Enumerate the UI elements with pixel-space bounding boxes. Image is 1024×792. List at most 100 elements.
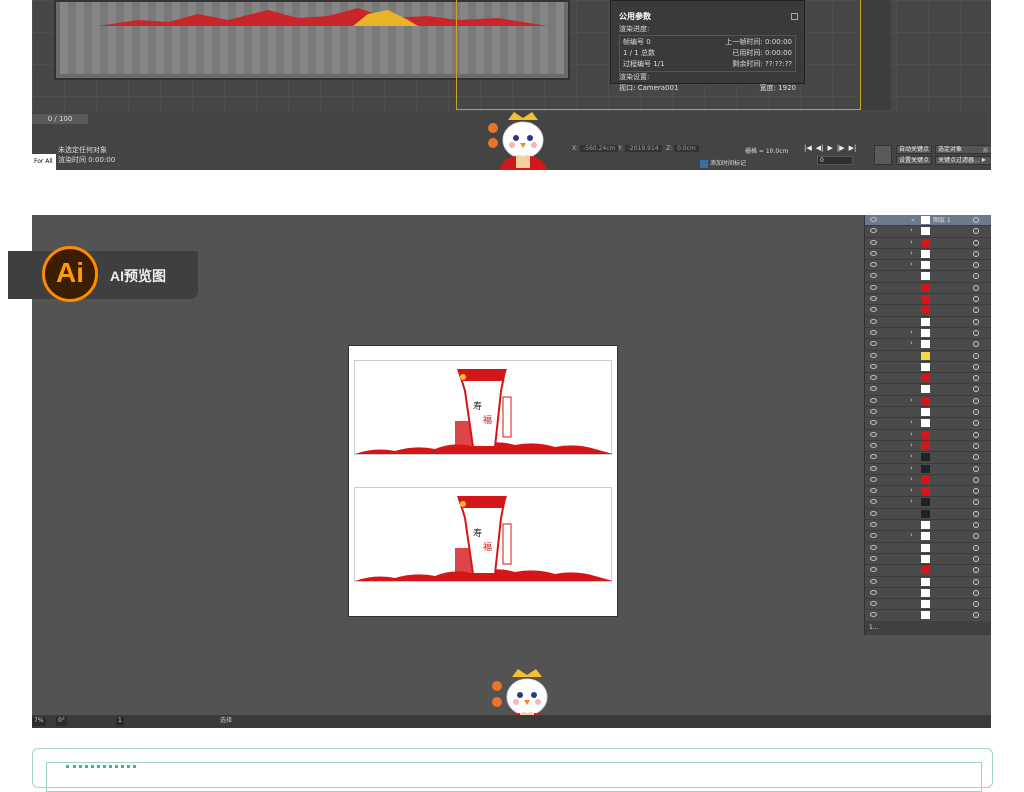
layer-row[interactable]: › [865, 339, 991, 351]
target-icon[interactable] [973, 239, 979, 246]
target-icon[interactable] [973, 329, 979, 336]
target-icon[interactable] [973, 273, 979, 280]
layer-row[interactable]: ⌄ 图层 1 [865, 215, 991, 227]
eye-icon[interactable] [870, 318, 877, 324]
target-icon[interactable] [973, 375, 979, 382]
target-icon[interactable] [973, 476, 979, 483]
chevron-down-icon[interactable]: ⌄ [910, 215, 916, 223]
eye-icon[interactable] [870, 555, 877, 561]
chevron-right-icon[interactable]: › [910, 464, 913, 472]
viewport[interactable]: 公用参数 渲染进度: 帧编号 0 上一帧时间: 0:00:00 1 / 1 总数… [32, 0, 991, 112]
target-icon[interactable] [973, 431, 979, 438]
layer-row[interactable] [865, 305, 991, 317]
layer-row[interactable] [865, 362, 991, 374]
layer-row[interactable]: › [865, 531, 991, 543]
chevron-right-icon[interactable]: › [910, 328, 913, 336]
eye-icon[interactable] [870, 499, 877, 505]
target-icon[interactable] [973, 352, 979, 359]
chevron-right-icon[interactable]: › [910, 418, 913, 426]
set-key-button[interactable]: 设置关键点 [896, 156, 933, 165]
eye-icon[interactable] [870, 544, 877, 550]
layer-row[interactable]: › [865, 249, 991, 261]
layer-row[interactable] [865, 351, 991, 362]
artboard[interactable]: 寿 福 寿 福 [348, 345, 618, 617]
layer-row[interactable] [865, 520, 991, 532]
target-icon[interactable] [973, 589, 979, 596]
eye-icon[interactable] [870, 431, 877, 437]
eye-icon[interactable] [870, 601, 877, 607]
eye-icon[interactable] [870, 284, 877, 290]
eye-icon[interactable] [870, 228, 877, 234]
eye-icon[interactable] [870, 329, 877, 335]
chevron-right-icon[interactable]: › [910, 497, 913, 505]
eye-icon[interactable] [870, 578, 877, 584]
layer-row[interactable] [865, 317, 991, 328]
layer-row[interactable] [865, 543, 991, 554]
eye-icon[interactable] [870, 341, 877, 347]
time-slider[interactable]: 0 / 100 [32, 114, 88, 124]
eye-icon[interactable] [870, 352, 877, 358]
chevron-right-icon[interactable]: › [910, 430, 913, 438]
add-time-tag[interactable]: 添加时间标记 [700, 158, 746, 168]
target-icon[interactable] [973, 318, 979, 325]
rotation-field[interactable]: 0° [56, 717, 67, 726]
set-key-icon[interactable] [874, 145, 892, 165]
layer-row[interactable] [865, 384, 991, 396]
target-icon[interactable] [973, 228, 979, 235]
eye-icon[interactable] [870, 510, 877, 516]
eye-icon[interactable] [870, 488, 877, 494]
target-icon[interactable] [973, 420, 979, 427]
eye-icon[interactable] [870, 363, 877, 369]
pan-icon[interactable]: ▸ [982, 155, 986, 164]
chevron-right-icon[interactable]: › [910, 260, 913, 268]
eye-icon[interactable] [870, 375, 877, 381]
layer-row[interactable] [865, 373, 991, 385]
eye-icon[interactable] [870, 567, 877, 573]
eye-icon[interactable] [870, 296, 877, 302]
current-frame-field[interactable]: 0 [817, 156, 853, 165]
target-icon[interactable] [973, 250, 979, 257]
chevron-right-icon[interactable]: › [910, 441, 913, 449]
go-to-end-icon[interactable]: ▶| [849, 144, 857, 152]
eye-icon[interactable] [870, 465, 877, 471]
target-icon[interactable] [973, 409, 979, 416]
zoom-field[interactable]: 7% [32, 717, 46, 726]
layer-row[interactable]: › [865, 226, 991, 238]
layer-row[interactable]: › [865, 452, 991, 464]
layer-row[interactable]: › [865, 396, 991, 408]
target-icon[interactable] [973, 533, 979, 540]
maxscript-listener[interactable]: For All [32, 154, 56, 170]
target-icon[interactable] [973, 386, 979, 393]
chevron-right-icon[interactable]: › [910, 249, 913, 257]
target-icon[interactable] [973, 307, 979, 314]
layer-row[interactable] [865, 577, 991, 588]
layer-row[interactable]: › [865, 486, 991, 498]
chevron-right-icon[interactable]: › [910, 475, 913, 483]
target-icon[interactable] [973, 499, 979, 506]
prev-frame-icon[interactable]: ◀| [816, 144, 824, 152]
target-icon[interactable] [973, 465, 979, 472]
y-field[interactable]: -2019.914 [624, 145, 662, 152]
eye-icon[interactable] [870, 239, 877, 245]
chevron-right-icon[interactable]: › [910, 452, 913, 460]
eye-icon[interactable] [870, 533, 877, 539]
next-frame-icon[interactable]: |▶ [837, 144, 845, 152]
z-field[interactable]: 0.0cm [674, 145, 699, 152]
layer-row[interactable] [865, 588, 991, 600]
eye-icon[interactable] [870, 522, 877, 528]
chevron-right-icon[interactable]: › [910, 226, 913, 234]
target-icon[interactable] [973, 442, 979, 449]
layer-row[interactable]: › [865, 260, 991, 272]
target-icon[interactable] [973, 488, 979, 495]
target-icon[interactable] [973, 510, 979, 517]
target-icon[interactable] [973, 567, 979, 574]
chevron-right-icon[interactable]: › [910, 486, 913, 494]
target-icon[interactable] [973, 217, 979, 223]
layer-row[interactable]: › [865, 497, 991, 509]
target-icon[interactable] [973, 341, 979, 348]
eye-icon[interactable] [870, 217, 877, 222]
target-icon[interactable] [973, 522, 979, 529]
chevron-right-icon[interactable]: › [910, 396, 913, 404]
eye-icon[interactable] [870, 250, 877, 256]
eye-icon[interactable] [870, 386, 877, 392]
